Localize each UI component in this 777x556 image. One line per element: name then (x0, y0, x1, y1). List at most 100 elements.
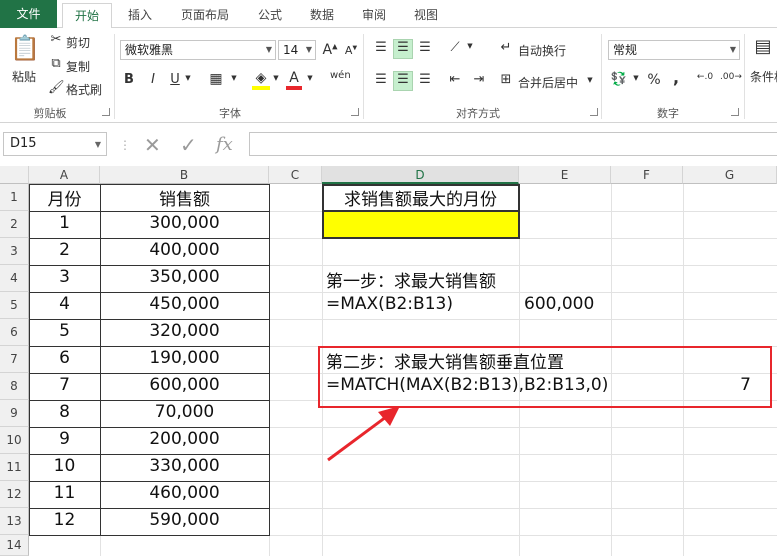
row-header[interactable]: 11 (0, 454, 29, 481)
column-header-e[interactable]: E (519, 166, 611, 184)
format-painter-button[interactable]: 格式刷 (66, 81, 102, 98)
cell-sales[interactable]: 320,000 (100, 321, 269, 341)
merge-center-button[interactable]: 合并后居中 (518, 74, 578, 91)
cancel-icon[interactable]: ✕ (144, 133, 161, 157)
font-launcher[interactable] (351, 108, 359, 116)
increase-indent-icon[interactable]: ⇥ (470, 72, 488, 87)
cell-sales[interactable]: 450,000 (100, 294, 269, 314)
cell-d2-answer[interactable] (322, 210, 520, 239)
column-header-a[interactable]: A (29, 166, 100, 184)
cell-sales[interactable]: 300,000 (100, 213, 269, 233)
row-header[interactable]: 8 (0, 373, 29, 400)
merge-center-icon[interactable]: ⊞ (497, 72, 515, 87)
row-header[interactable]: 5 (0, 292, 29, 319)
cell-month[interactable]: 1 (29, 213, 100, 233)
wrap-text-icon[interactable]: ↵ (497, 40, 515, 55)
select-all-corner[interactable] (0, 166, 29, 184)
row-header[interactable]: 4 (0, 265, 29, 292)
tab-review[interactable]: 审阅 (354, 3, 394, 28)
currency-icon[interactable]: 💱 (610, 72, 628, 87)
chevron-down-icon[interactable]: ▼ (586, 76, 594, 84)
underline-button[interactable]: U (168, 72, 182, 87)
copy-button[interactable]: 复制 (66, 58, 90, 75)
formula-bar-splitter[interactable]: ⋮ (119, 138, 131, 152)
number-format-select[interactable]: 常规 ▼ (608, 40, 740, 60)
cell-sales[interactable]: 600,000 (100, 375, 269, 395)
tab-insert[interactable]: 插入 (118, 3, 162, 28)
cell-month[interactable]: 6 (29, 348, 100, 368)
cell-d1-title[interactable]: 求销售额最大的月份 (322, 185, 519, 210)
tab-formulas[interactable]: 公式 (250, 3, 290, 28)
name-box[interactable]: D15 ▼ (3, 132, 107, 156)
clipboard-launcher[interactable] (102, 108, 110, 116)
cell-sales[interactable]: 400,000 (100, 240, 269, 260)
paste-button[interactable]: 粘贴 (12, 68, 36, 85)
tab-page-layout[interactable]: 页面布局 (172, 3, 238, 28)
fill-color-icon[interactable]: ◈ (252, 70, 270, 90)
row-header[interactable]: 9 (0, 400, 29, 427)
cell-sales[interactable]: 460,000 (100, 483, 269, 503)
cell-d4-step1[interactable]: 第一步：求最大销售额 (326, 267, 496, 292)
bold-button[interactable]: B (122, 72, 136, 87)
align-top-icon[interactable]: ☰ (372, 40, 390, 55)
cell-month[interactable]: 8 (29, 402, 100, 422)
cell-month[interactable]: 5 (29, 321, 100, 341)
align-right-icon[interactable]: ☰ (416, 72, 434, 87)
align-left-icon[interactable]: ☰ (372, 72, 390, 87)
cell-month[interactable]: 3 (29, 267, 100, 287)
font-color-icon[interactable]: A (286, 70, 302, 90)
formula-input[interactable] (249, 132, 777, 156)
cell-month[interactable]: 10 (29, 456, 100, 476)
chevron-down-icon[interactable]: ▼ (272, 74, 280, 82)
paste-icon[interactable]: 📋 (10, 34, 40, 64)
insert-function-icon[interactable]: fx (216, 134, 233, 155)
format-painter-icon[interactable]: 🖌 (48, 80, 65, 95)
tab-file[interactable]: 文件 (0, 0, 57, 28)
chevron-down-icon[interactable]: ▼ (230, 74, 238, 82)
cell-month[interactable]: 12 (29, 510, 100, 530)
worksheet-grid[interactable]: A B C D E F G 1 2 3 4 5 6 7 8 9 10 11 12… (0, 166, 777, 556)
conditional-format-button[interactable]: 条件格 (750, 68, 777, 85)
increase-font-icon[interactable]: A▲ (322, 42, 338, 58)
column-header-f[interactable]: F (611, 166, 683, 184)
cell-month[interactable]: 2 (29, 240, 100, 260)
copy-icon[interactable]: ⧉ (48, 56, 64, 71)
column-header-b[interactable]: B (100, 166, 269, 184)
cell-sales[interactable]: 70,000 (100, 402, 269, 422)
align-bottom-icon[interactable]: ☰ (416, 40, 434, 55)
border-icon[interactable]: ▦ (208, 71, 224, 87)
comma-button[interactable]: , (670, 68, 682, 87)
cut-button[interactable]: 剪切 (66, 34, 90, 51)
tab-view[interactable]: 视图 (406, 3, 446, 28)
decrease-font-icon[interactable]: A▼ (344, 44, 358, 57)
column-header-d[interactable]: D (322, 166, 519, 184)
column-header-g[interactable]: G (683, 166, 777, 184)
font-size-select[interactable]: 14 ▼ (278, 40, 316, 60)
italic-button[interactable]: I (146, 72, 160, 87)
orientation-icon[interactable]: ⟋ (446, 40, 464, 55)
cell-sales[interactable]: 200,000 (100, 429, 269, 449)
chevron-down-icon[interactable]: ▼ (306, 74, 314, 82)
cell-e5-result[interactable]: 600,000 (524, 294, 594, 314)
conditional-format-icon[interactable]: ▤ (752, 36, 774, 60)
chevron-down-icon[interactable]: ▼ (184, 74, 192, 82)
cell-month[interactable]: 7 (29, 375, 100, 395)
row-header[interactable]: 14 (0, 535, 29, 556)
row-header[interactable]: 10 (0, 427, 29, 454)
row-header[interactable]: 1 (0, 184, 29, 211)
decrease-indent-icon[interactable]: ⇤ (446, 72, 464, 87)
enter-icon[interactable]: ✓ (180, 133, 197, 157)
chevron-down-icon[interactable]: ▼ (466, 42, 474, 50)
cell-sales[interactable]: 330,000 (100, 456, 269, 476)
row-header[interactable]: 3 (0, 238, 29, 265)
column-header-c[interactable]: C (269, 166, 322, 184)
chevron-down-icon[interactable]: ▼ (632, 74, 640, 82)
cell-month[interactable]: 9 (29, 429, 100, 449)
cell-b1[interactable]: 销售额 (100, 185, 269, 210)
cell-sales[interactable]: 590,000 (100, 510, 269, 530)
cell-d5-formula[interactable]: =MAX(B2:B13) (326, 294, 453, 314)
row-header[interactable]: 13 (0, 508, 29, 535)
font-name-select[interactable]: 微软雅黑 ▼ (120, 40, 276, 60)
alignment-launcher[interactable] (590, 108, 598, 116)
percent-button[interactable]: % (646, 72, 662, 88)
